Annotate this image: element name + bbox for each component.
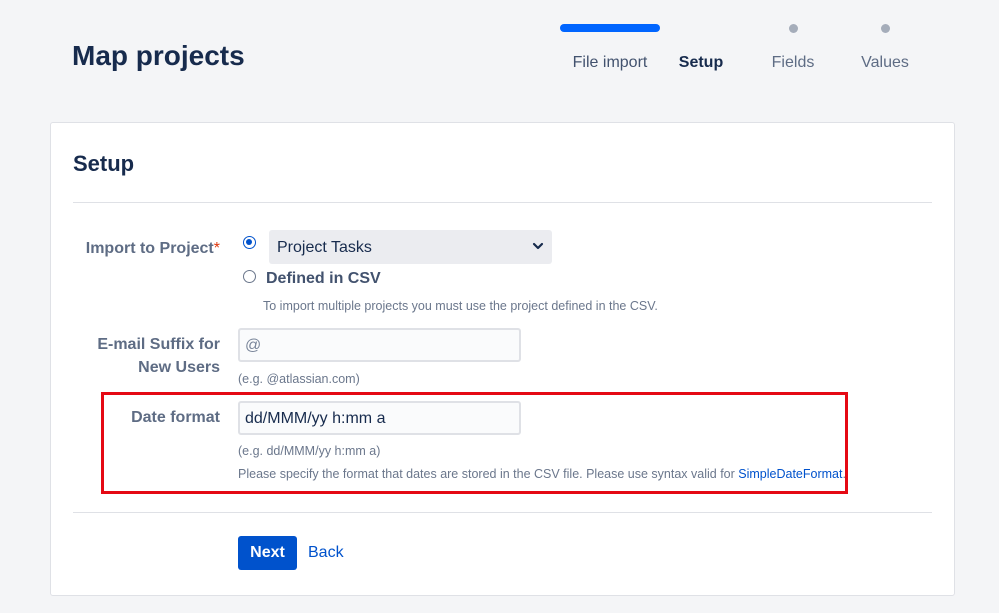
step-progress-bar [560,24,660,32]
email-suffix-label-line1: E-mail Suffix for [97,336,220,353]
project-select-value: Project Tasks [277,239,372,256]
step-setup: Setup [651,20,751,74]
step-label: Fields [771,54,815,71]
page-title: Map projects [72,40,245,71]
required-marker: * [213,240,220,257]
email-suffix-help: (e.g. @atlassian.com) [238,372,360,386]
import-project-help: To import multiple projects you must use… [263,299,658,313]
step-values: Values [835,20,935,74]
card-title: Setup [73,151,135,176]
import-project-label-text: Import to Project [85,240,214,257]
defined-in-csv-label[interactable]: Defined in CSV [266,270,381,288]
step-dot [880,23,890,33]
email-suffix-input[interactable]: @ [238,328,521,362]
project-select[interactable]: Project Tasks [269,230,552,264]
highlight-box [101,392,848,494]
divider [73,512,932,513]
divider [73,202,932,203]
email-suffix-label-line2: New Users [138,359,220,376]
radio-project-select[interactable] [243,236,256,249]
step-label: File import [572,54,648,71]
step-dot [788,23,798,33]
step-file-import: File import [560,20,660,74]
step-label: Setup [678,54,724,71]
next-button[interactable]: Next [238,536,297,570]
chevron-down-icon [532,242,544,250]
progress-tracker: File import Setup Fields Values [560,20,960,100]
email-suffix-label: E-mail Suffix for New Users [97,333,220,379]
radio-defined-in-csv[interactable] [243,270,256,283]
setup-card: Setup Import to Project* Project Tasks D… [50,122,955,596]
import-project-label: Import to Project* [86,237,220,260]
back-link[interactable]: Back [308,536,344,570]
step-label: Values [861,54,909,71]
step-fields: Fields [743,20,843,74]
